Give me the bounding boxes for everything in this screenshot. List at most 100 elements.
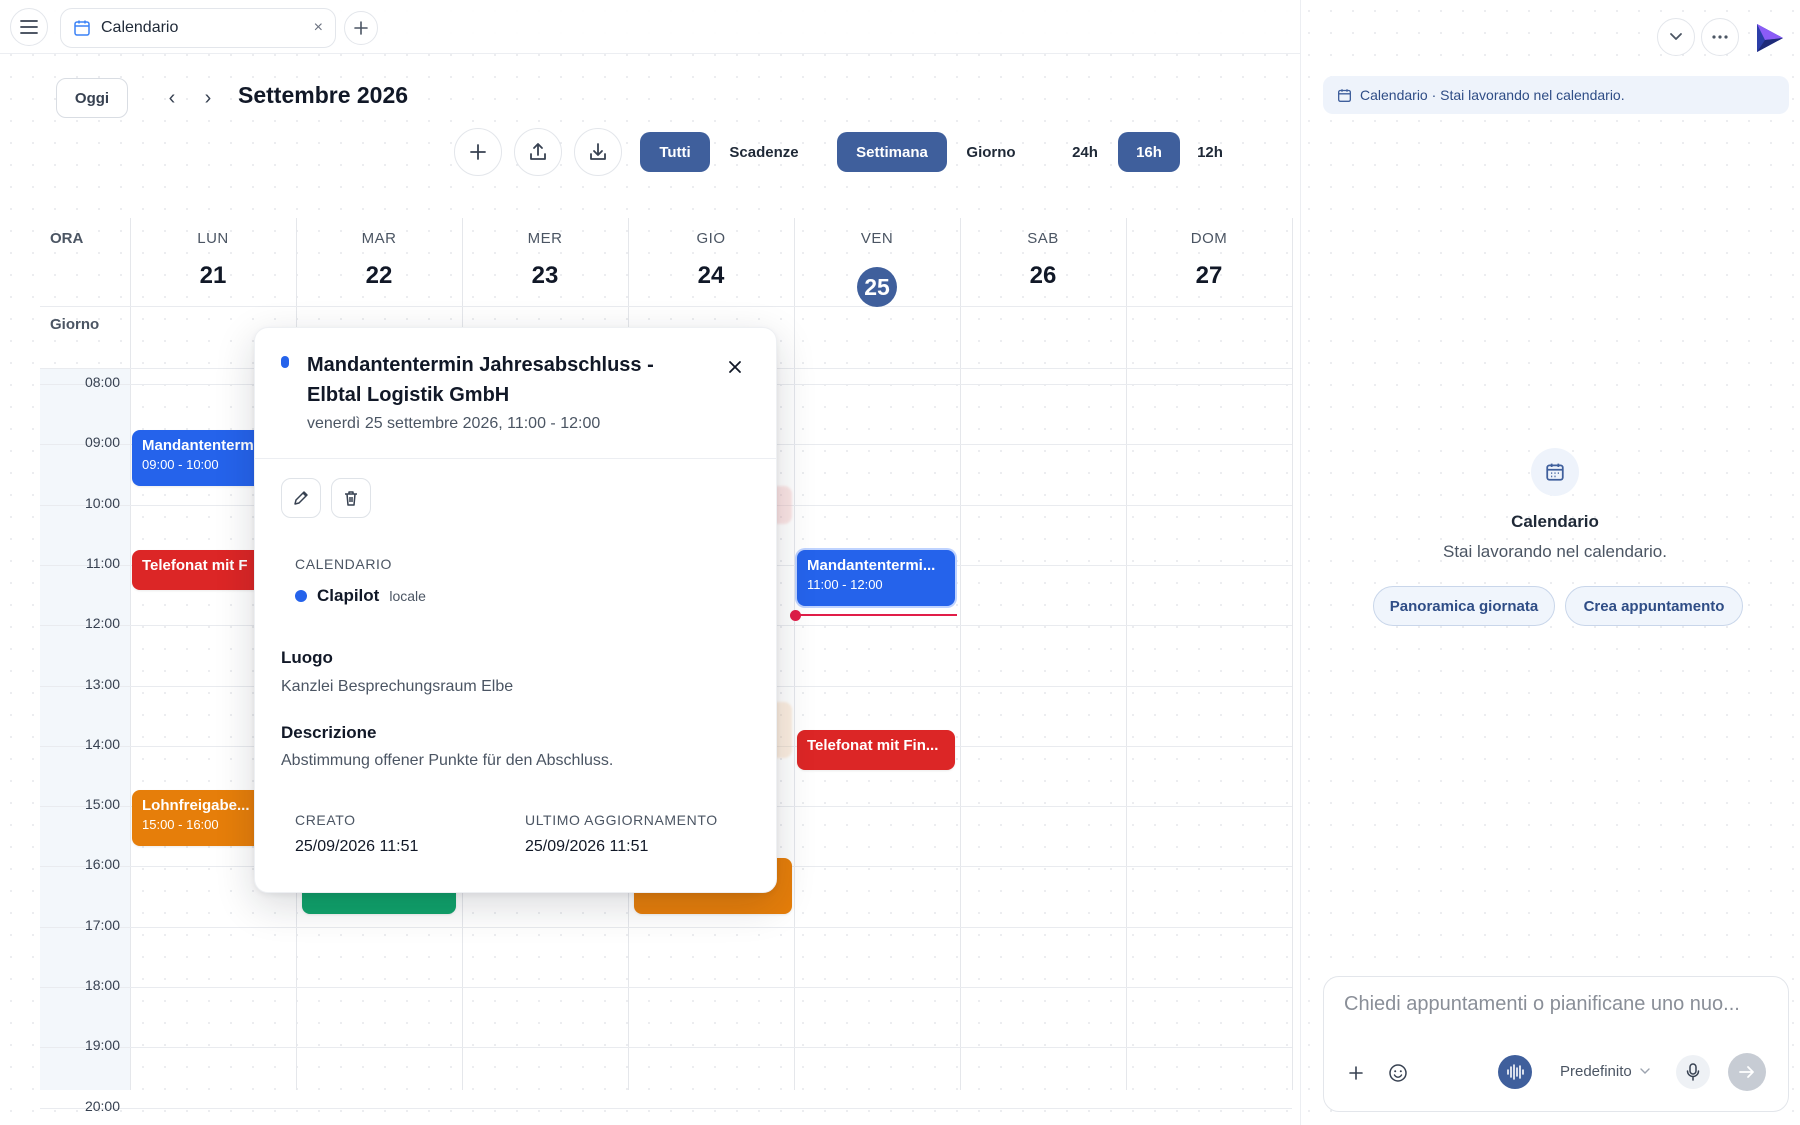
current-time-line [796, 614, 957, 616]
column-divider [960, 218, 961, 1090]
view-week-tab[interactable]: Settimana [837, 132, 947, 172]
day-name: MAR [361, 230, 397, 247]
event-ven-mandantentermin[interactable]: Mandantentermi... 11:00 - 12:00 [797, 550, 955, 606]
voice-mode-button[interactable] [1498, 1055, 1532, 1089]
day-header[interactable]: GIO 24 [628, 230, 794, 295]
calendar-icon [1337, 88, 1352, 103]
calendar-icon [73, 19, 91, 37]
event-title: Mandantentermi... [807, 557, 936, 574]
hour-label: 16:00 [84, 856, 120, 873]
close-icon [729, 361, 741, 373]
filter-deadlines-tab[interactable]: Scadenze [718, 132, 810, 172]
column-divider [130, 218, 131, 1090]
day-number: 27 [1195, 262, 1223, 289]
day-name: VEN [860, 230, 894, 247]
range-12h-tab[interactable]: 12h [1186, 132, 1234, 172]
day-name: SAB [1027, 230, 1059, 247]
event-ven-telefonat[interactable]: Telefonat mit Fin... [797, 730, 955, 770]
hamburger-icon [20, 20, 38, 34]
month-title: Settembre 2026 [238, 82, 409, 108]
time-column-header: ORA [50, 230, 84, 247]
plus-icon [1349, 1066, 1363, 1080]
event-detail-popover: Mandantentermin Jahresabschluss - Elbtal… [254, 327, 777, 893]
edit-event-button[interactable] [281, 478, 321, 518]
context-chip[interactable]: Calendario · Stai lavorando nel calendar… [1323, 76, 1789, 114]
add-tab-button[interactable] [344, 11, 378, 45]
updated-value: 25/09/2026 11:51 [525, 838, 649, 855]
day-header[interactable]: VEN 25 [794, 230, 960, 307]
logo-icon [1757, 24, 1783, 52]
upload-icon [530, 143, 546, 160]
create-appointment-button[interactable]: Crea appuntamento [1565, 586, 1743, 626]
hour-label: 19:00 [84, 1037, 120, 1054]
created-label: CREATO [295, 812, 356, 828]
close-popover-button[interactable] [727, 358, 743, 381]
day-header[interactable]: SAB 26 [960, 230, 1126, 295]
hour-label: 11:00 [86, 554, 120, 571]
menu-button[interactable] [10, 8, 48, 46]
calendar-app: Calendario × Oggi ‹ › Settembre 2026 Tut… [0, 0, 1800, 1125]
chat-input[interactable] [1344, 993, 1774, 1016]
calendar-name: Clapilot [317, 586, 380, 605]
event-detail-datetime: venerdì 25 settembre 2026, 11:00 - 12:00 [307, 415, 601, 432]
location-label: Luogo [281, 648, 333, 667]
today-button[interactable]: Oggi [56, 78, 128, 118]
hour-line [40, 926, 1292, 928]
event-color-dot [281, 356, 289, 368]
day-number: 23 [531, 262, 559, 289]
add-event-button[interactable] [454, 128, 502, 176]
day-name: DOM [1190, 230, 1228, 247]
day-number: 24 [697, 262, 725, 289]
column-divider [1126, 218, 1127, 1090]
daily-overview-button[interactable]: Panoramica giornata [1373, 586, 1555, 626]
created-value: 25/09/2026 11:51 [295, 838, 419, 855]
location-value: Kanzlei Besprechungsraum Elbe [281, 678, 514, 695]
delete-event-button[interactable] [331, 478, 371, 518]
prev-week-button[interactable]: ‹ [158, 84, 186, 112]
tab-bar: Calendario × [0, 0, 1300, 54]
day-name: LUN [197, 230, 229, 247]
send-button[interactable] [1728, 1053, 1766, 1091]
app-logo [1751, 20, 1787, 61]
day-header[interactable]: MAR 22 [296, 230, 462, 295]
trash-icon [345, 491, 357, 506]
upload-button[interactable] [514, 128, 562, 176]
attach-button[interactable] [1344, 1061, 1368, 1085]
download-icon [590, 143, 606, 160]
day-header[interactable]: DOM 27 [1126, 230, 1292, 295]
filter-all-tab[interactable]: Tutti [640, 132, 710, 172]
close-tab-icon[interactable]: × [314, 19, 323, 37]
hour-label: 15:00 [84, 796, 120, 813]
next-week-button[interactable]: › [194, 84, 222, 112]
hour-label: 10:00 [84, 494, 120, 511]
calendar-toolbar: Tutti Scadenze Settimana Giorno 24h 16h … [0, 128, 1300, 176]
hour-label: 18:00 [84, 977, 120, 993]
microphone-button[interactable] [1676, 1055, 1710, 1089]
collapse-button[interactable] [1657, 18, 1695, 56]
microphone-icon [1686, 1063, 1700, 1081]
day-name: MER [527, 230, 563, 247]
day-header[interactable]: MER 23 [462, 230, 628, 295]
calendar-icon [1531, 448, 1579, 496]
day-number: 22 [365, 262, 393, 289]
view-day-tab[interactable]: Giorno [955, 132, 1027, 172]
download-button[interactable] [574, 128, 622, 176]
panel-subtitle: Stai lavorando nel calendario. [1443, 542, 1667, 561]
range-16h-tab[interactable]: 16h [1118, 132, 1180, 172]
more-options-button[interactable] [1701, 18, 1739, 56]
emoji-button[interactable] [1386, 1061, 1410, 1085]
hour-label: 08:00 [84, 374, 120, 390]
day-header[interactable]: LUN 21 [130, 230, 296, 295]
event-time: 11:00 - 12:00 [807, 577, 883, 592]
range-24h-tab[interactable]: 24h [1058, 132, 1112, 172]
hour-line [40, 1107, 1292, 1109]
divider [255, 458, 776, 459]
arrow-right-icon [1739, 1066, 1754, 1078]
model-select[interactable]: Predefinito [1560, 1063, 1650, 1080]
description-label: Descrizione [281, 723, 377, 742]
plus-icon [354, 21, 368, 35]
tab-calendario[interactable]: Calendario × [60, 8, 336, 48]
waveform-icon [1507, 1064, 1524, 1080]
day-number: 26 [1029, 262, 1057, 289]
hour-label: 17:00 [84, 916, 120, 933]
